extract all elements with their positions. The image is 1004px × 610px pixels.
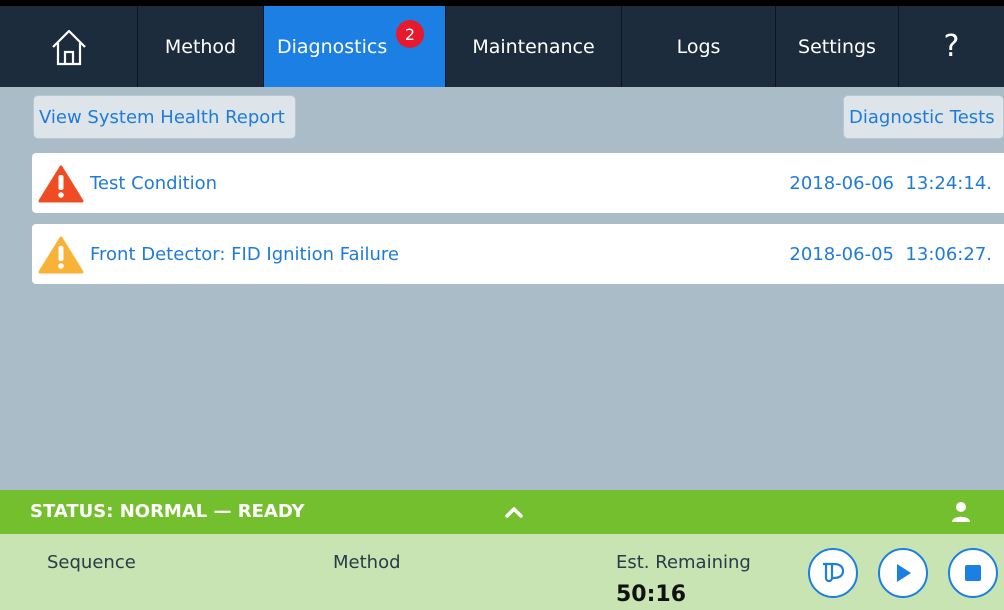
tab-maintenance[interactable]: Maintenance — [445, 6, 621, 87]
status-bar[interactable]: STATUS: NORMAL — READY — [0, 490, 1004, 534]
view-health-report-label: View System Health Report — [39, 106, 285, 128]
tab-settings-label: Settings — [798, 35, 876, 58]
help-icon: ? — [943, 29, 960, 64]
alert-row[interactable]: Test Condition 2018-06-06 13:24:14. — [32, 153, 1004, 213]
alert-row[interactable]: Front Detector: FID Ignition Failure 201… — [32, 224, 1004, 284]
est-remaining-label: Est. Remaining — [616, 552, 751, 573]
alert-timestamp: 2018-06-05 13:06:27. — [789, 243, 992, 265]
notification-badge: 2 — [396, 20, 424, 48]
chevron-up-icon[interactable] — [502, 500, 526, 524]
tab-diagnostics[interactable]: Diagnostics 2 — [263, 6, 445, 87]
run-panel: Sequence Method Est. Remaining 50:16 — [0, 534, 1004, 610]
view-health-report-button[interactable]: View System Health Report — [33, 95, 296, 139]
tab-diagnostics-label: Diagnostics — [277, 35, 388, 58]
user-icon[interactable] — [950, 501, 972, 523]
alert-timestamp: 2018-06-06 13:24:14. — [789, 172, 992, 194]
stop-run-button[interactable] — [948, 548, 998, 598]
diagnostic-tests-label: Diagnostic Tests — [849, 106, 995, 128]
top-nav: Method Diagnostics 2 Maintenance Logs Se… — [0, 0, 1004, 87]
sample-vial-button[interactable] — [808, 548, 858, 598]
vial-icon — [823, 562, 845, 583]
tab-maintenance-label: Maintenance — [472, 35, 595, 58]
start-run-button[interactable] — [878, 548, 928, 598]
tab-logs[interactable]: Logs — [621, 6, 775, 87]
stop-icon — [965, 565, 981, 581]
warning-triangle-icon — [38, 236, 84, 274]
tab-method[interactable]: Method — [137, 6, 263, 87]
sequence-label: Sequence — [47, 552, 136, 573]
status-text: STATUS: NORMAL — READY — [30, 501, 305, 522]
help-button[interactable]: ? — [898, 6, 1004, 87]
home-button[interactable] — [0, 6, 137, 87]
error-triangle-icon — [38, 165, 84, 203]
alert-message: Front Detector: FID Ignition Failure — [90, 243, 399, 265]
diagnostic-tests-button[interactable]: Diagnostic Tests — [843, 95, 1004, 139]
tab-method-label: Method — [164, 35, 237, 58]
tab-settings[interactable]: Settings — [775, 6, 898, 87]
play-icon — [897, 564, 911, 582]
alert-message: Test Condition — [90, 172, 218, 194]
tab-logs-label: Logs — [676, 35, 721, 58]
home-icon — [51, 29, 86, 65]
method-label: Method — [333, 552, 401, 573]
est-remaining-value: 50:16 — [616, 582, 687, 607]
